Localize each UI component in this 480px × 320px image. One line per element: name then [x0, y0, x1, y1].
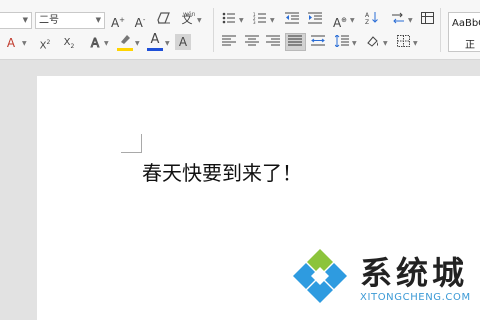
increase-indent-icon[interactable]: [306, 11, 324, 29]
strikethrough-icon[interactable]: A: [2, 34, 20, 52]
chevron-down-icon[interactable]: ▼: [165, 40, 170, 47]
clear-format-icon[interactable]: [155, 11, 173, 29]
chevron-down-icon[interactable]: ▼: [197, 17, 202, 24]
line-spacing-icon[interactable]: [333, 34, 351, 52]
justify-icon[interactable]: [286, 34, 304, 52]
margin-corner-mark: [141, 134, 142, 153]
chevron-down-icon[interactable]: ▼: [135, 40, 140, 47]
distributed-align-icon[interactable]: [309, 34, 327, 52]
superscript-icon[interactable]: X2: [36, 34, 54, 52]
svg-text:Z: Z: [365, 19, 369, 24]
chevron-down-icon[interactable]: ▼: [22, 40, 27, 47]
chevron-down-icon[interactable]: ▼: [350, 17, 355, 24]
ribbon-toolbar: ▼ 二号 ▼ A+ A- wén 文 ▼ A ▼ X2 X2 A ▼ ▼ A ▼ …: [0, 0, 480, 60]
chevron-down-icon[interactable]: ▼: [270, 17, 275, 24]
font-name-combo[interactable]: ▼: [0, 12, 32, 29]
font-color-swatch: [147, 48, 163, 51]
diamond-logo-icon: [293, 249, 347, 303]
separator: [440, 8, 441, 52]
margin-corner-mark: [121, 152, 141, 153]
align-right-icon[interactable]: [264, 34, 282, 52]
chevron-down-icon[interactable]: ▼: [23, 13, 28, 28]
subscript-icon[interactable]: X2: [60, 34, 78, 52]
chevron-down-icon[interactable]: ▼: [352, 40, 357, 47]
watermark-title: 系统城: [360, 254, 469, 292]
show-formatting-icon[interactable]: [389, 11, 407, 29]
style-name: 正: [465, 40, 475, 51]
character-shading-icon[interactable]: A: [175, 34, 191, 50]
chevron-down-icon[interactable]: ▼: [104, 40, 109, 47]
chinese-layout-icon[interactable]: A⊕: [331, 11, 349, 30]
table-grid-icon[interactable]: [418, 11, 436, 29]
chevron-down-icon[interactable]: ▼: [413, 40, 418, 47]
paragraph-shading-icon[interactable]: [364, 34, 382, 52]
chevron-down-icon[interactable]: ▼: [408, 17, 413, 24]
chevron-down-icon[interactable]: ▼: [239, 17, 244, 24]
font-size-value: 二号: [39, 15, 59, 26]
align-left-icon[interactable]: [220, 34, 238, 52]
watermark-url: XITONGCHENG.COM: [360, 292, 471, 303]
separator: [213, 8, 214, 52]
align-center-icon[interactable]: [243, 34, 261, 52]
phonetic-guide-icon[interactable]: wén 文: [178, 11, 196, 29]
style-gallery-item[interactable]: AaBbC 正: [448, 12, 480, 52]
highlight-color-swatch: [117, 48, 133, 51]
sort-icon[interactable]: AZ: [363, 11, 381, 29]
chevron-down-icon[interactable]: ▼: [96, 13, 101, 28]
numbered-list-icon[interactable]: 123: [251, 11, 269, 29]
decrease-indent-icon[interactable]: [283, 11, 301, 29]
font-color-icon[interactable]: A: [146, 31, 164, 49]
text-effect-icon[interactable]: A: [86, 34, 104, 52]
chevron-down-icon[interactable]: ▼: [383, 40, 388, 47]
svg-text:3: 3: [253, 20, 256, 24]
document-text[interactable]: 春天快要到来了！: [142, 157, 302, 186]
grow-font-icon[interactable]: A+: [109, 11, 127, 30]
borders-icon[interactable]: [394, 34, 412, 52]
style-sample: AaBbC: [452, 18, 480, 29]
shrink-font-icon[interactable]: A-: [131, 11, 149, 30]
svg-text:A: A: [365, 12, 370, 19]
bullet-list-icon[interactable]: [220, 11, 238, 29]
font-size-combo[interactable]: 二号 ▼: [35, 12, 105, 29]
